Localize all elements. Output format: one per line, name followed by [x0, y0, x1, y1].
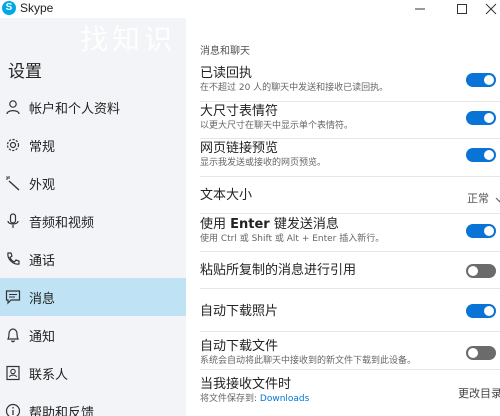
sidebar-item-label: 外观: [29, 177, 56, 193]
sidebar-item-calling[interactable]: 通话: [0, 240, 186, 278]
messaging-settings-panel: 消息和聊天 已读回执 在不超过 20 人的聊天中发送和接收已读回执。 大尺寸表情…: [186, 18, 500, 416]
setting-link-previews: 网页链接预览 显示我发送或接收的网页预览。: [200, 141, 500, 169]
phone-icon: [4, 250, 22, 268]
chevron-down-icon: [495, 197, 500, 202]
setting-title: 自动下载文件: [200, 339, 279, 354]
maximize-icon: [457, 4, 467, 14]
setting-description: 显示我发送或接收的网页预览。: [200, 158, 327, 168]
sidebar-item-label: 常规: [29, 139, 56, 155]
setting-title: 网页链接预览: [200, 141, 279, 156]
close-icon: [485, 3, 497, 15]
divider: [200, 213, 500, 214]
setting-title: 文本大小: [200, 188, 253, 203]
sidebar-item-label: 通话: [29, 253, 56, 269]
setting-paste-as-quote: 粘贴所复制的消息进行引用: [200, 263, 500, 279]
divider: [200, 369, 500, 370]
setting-download-location: 当我接收文件时 将文件保存到: Downloads: [200, 377, 500, 405]
title-prefix: 使用: [200, 217, 231, 232]
link-previews-toggle[interactable]: [466, 148, 496, 162]
setting-read-receipts: 已读回执 在不超过 20 人的聊天中发送和接收已读回执。: [200, 66, 500, 94]
settings-title: 设置: [8, 62, 42, 82]
person-icon: [4, 98, 22, 116]
sidebar-item-label: 消息: [29, 291, 56, 307]
settings-sidebar: 找知识 设置 帐户和个人资料 常规 外观 音频和视频 通话 消息 通知 联系人 …: [0, 18, 186, 416]
text-size-value: 正常: [467, 192, 489, 205]
large-emoticons-toggle[interactable]: [466, 111, 496, 125]
setting-title: 粘贴所复制的消息进行引用: [200, 263, 357, 278]
setting-title: 已读回执: [200, 66, 253, 81]
auto-download-files-toggle[interactable]: [466, 346, 496, 360]
sidebar-item-label: 帐户和个人资料: [29, 101, 121, 117]
sidebar-item-appearance[interactable]: 外观: [0, 164, 186, 202]
divider: [200, 138, 500, 139]
close-button[interactable]: [471, 0, 500, 18]
setting-description: 使用 Ctrl 或 Shift 或 Alt + Enter 插入新行。: [200, 234, 385, 244]
paste-as-quote-toggle[interactable]: [466, 264, 496, 278]
sidebar-item-notifications[interactable]: 通知: [0, 316, 186, 354]
contacts-icon: [4, 364, 22, 382]
sidebar-item-contacts[interactable]: 联系人: [0, 354, 186, 392]
section-title: 消息和聊天: [200, 46, 250, 57]
change-directory-link[interactable]: 更改目录: [458, 385, 500, 401]
sidebar-item-label: 音频和视频: [29, 215, 95, 231]
setting-auto-download-files: 自动下载文件 系统会自动将此聊天中接收到的新文件下载到此设备。: [200, 339, 500, 367]
setting-auto-download-photos: 自动下载照片: [200, 304, 500, 320]
sidebar-item-account[interactable]: 帐户和个人资料: [0, 88, 186, 126]
setting-description: 系统会自动将此聊天中接收到的新文件下载到此设备。: [200, 356, 417, 366]
sidebar-item-label: 联系人: [29, 367, 69, 383]
auto-download-photos-toggle[interactable]: [466, 304, 496, 318]
bell-icon: [4, 326, 22, 344]
minimize-icon: [415, 8, 425, 10]
sidebar-item-help[interactable]: 帮助和反馈: [0, 392, 186, 416]
divider: [200, 176, 500, 177]
sidebar-item-label: 通知: [29, 329, 56, 345]
read-receipts-toggle[interactable]: [466, 73, 496, 87]
skype-logo-icon: S: [2, 1, 16, 15]
title-suffix: 键发送消息: [269, 217, 339, 232]
setting-title: 使用 Enter 键发送消息: [200, 217, 500, 233]
divider: [200, 251, 500, 252]
setting-enter-to-send: 使用 Enter 键发送消息 使用 Ctrl 或 Shift 或 Alt + E…: [200, 217, 500, 245]
watermark: 找知识: [80, 23, 177, 56]
desc-prefix: 将文件保存到:: [200, 394, 260, 404]
title-bar: S Skype: [0, 0, 500, 18]
microphone-icon: [4, 212, 22, 230]
divider: [200, 288, 500, 289]
sidebar-item-messaging[interactable]: 消息: [0, 278, 186, 316]
setting-title: 自动下载照片: [200, 304, 279, 319]
divider: [200, 331, 500, 332]
text-size-dropdown[interactable]: 正常: [467, 190, 500, 206]
downloads-folder-link[interactable]: Downloads: [260, 394, 309, 404]
message-icon: [4, 288, 22, 306]
minimize-button[interactable]: [400, 0, 440, 18]
setting-description: 在不超过 20 人的聊天中发送和接收已读回执。: [200, 83, 389, 93]
setting-description: 以更大尺寸在聊天中显示单个表情符。: [200, 121, 354, 131]
sidebar-item-label: 帮助和反馈: [29, 405, 95, 416]
window-title: Skype: [20, 1, 54, 15]
setting-description: 将文件保存到: Downloads: [200, 393, 500, 405]
divider: [200, 101, 500, 102]
gear-icon: [4, 136, 22, 154]
setting-title: 大尺寸表情符: [200, 104, 279, 119]
sidebar-item-audio-video[interactable]: 音频和视频: [0, 202, 186, 240]
setting-large-emoticons: 大尺寸表情符 以更大尺寸在聊天中显示单个表情符。: [200, 104, 500, 132]
sidebar-item-general[interactable]: 常规: [0, 126, 186, 164]
info-icon: [4, 402, 22, 416]
enter-to-send-toggle[interactable]: [466, 224, 496, 238]
magic-wand-icon: [4, 174, 22, 192]
setting-title: 当我接收文件时: [200, 377, 292, 392]
setting-text-size: 文本大小: [200, 188, 500, 204]
title-bold: Enter: [230, 217, 270, 232]
